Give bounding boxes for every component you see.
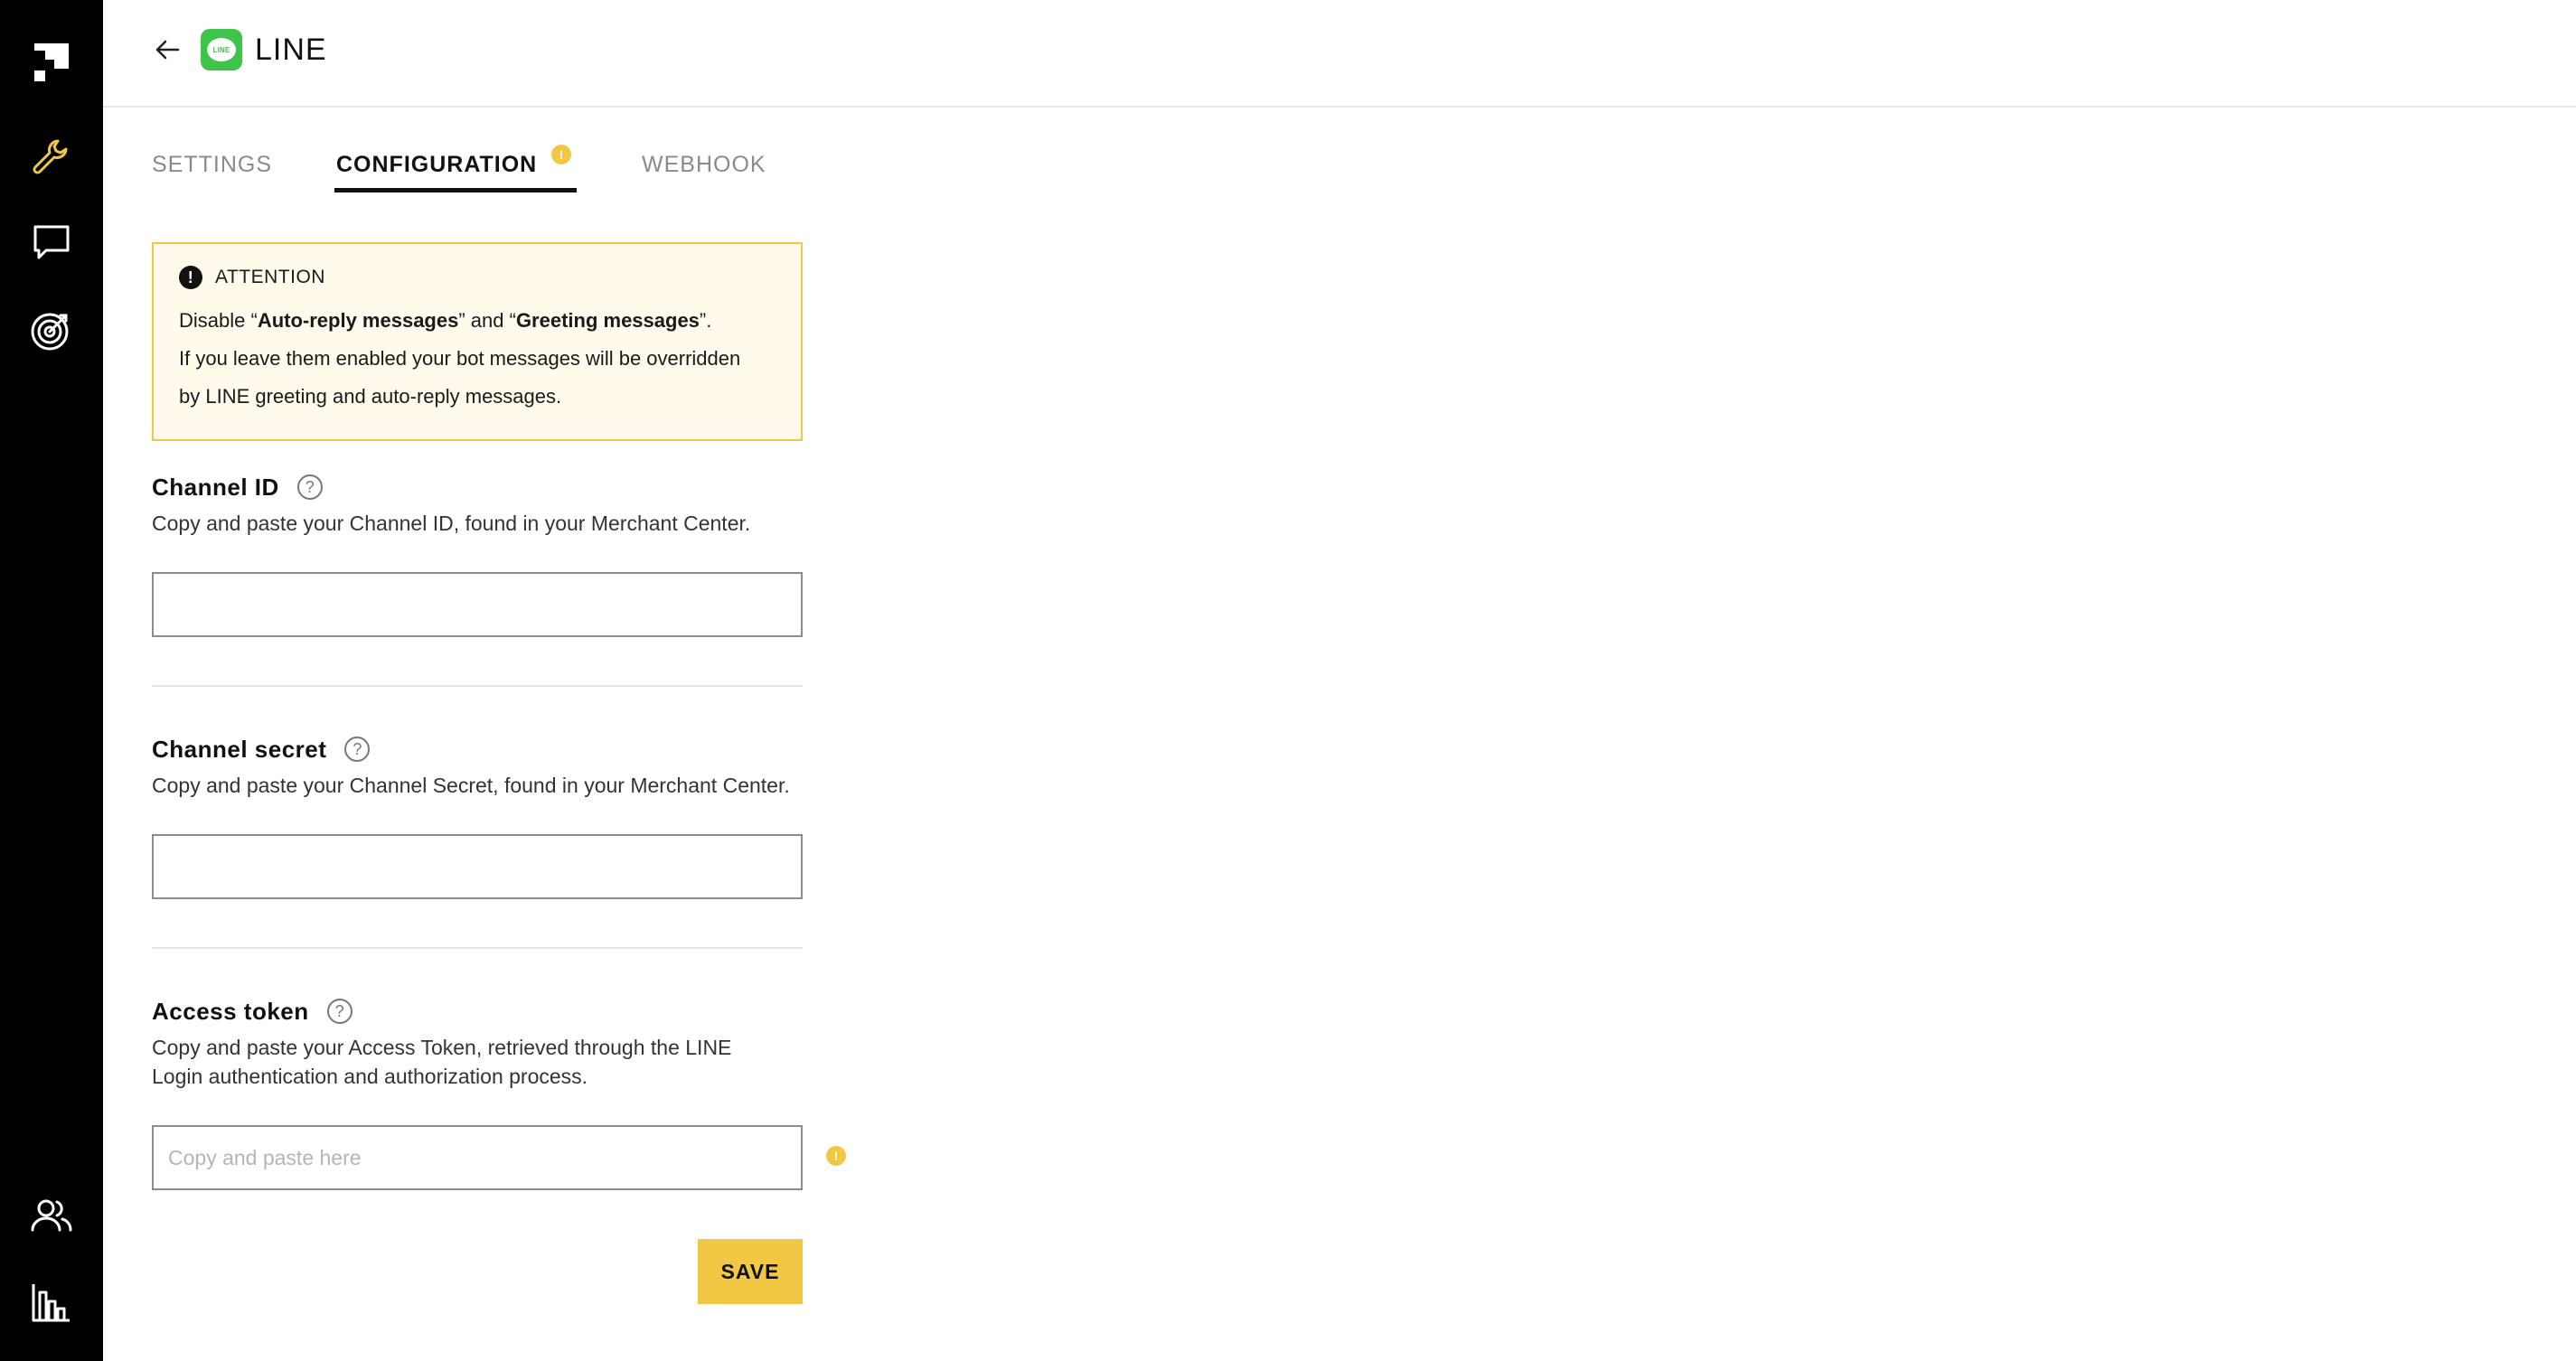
users-icon[interactable] bbox=[25, 1189, 78, 1242]
attention-bold-autoreply: Auto-reply messages bbox=[257, 309, 459, 332]
access-token-description-line-1: Copy and paste your Access Token, retrie… bbox=[152, 1036, 732, 1059]
help-icon[interactable]: ? bbox=[296, 474, 323, 500]
access-token-input[interactable] bbox=[152, 1125, 803, 1190]
attention-banner: ! ATTENTION Disable “Auto-reply messages… bbox=[152, 242, 803, 441]
tab-webhook[interactable]: WEBHOOK bbox=[642, 145, 766, 184]
channel-secret-label-row: Channel secret ? bbox=[152, 733, 875, 765]
exclamation-icon: ! bbox=[179, 266, 202, 289]
channel-secret-description: Copy and paste your Channel Secret, foun… bbox=[152, 774, 790, 797]
help-icon[interactable]: ? bbox=[326, 999, 353, 1024]
save-button[interactable]: SAVE bbox=[698, 1239, 803, 1304]
channel-id-label-row: Channel ID ? bbox=[152, 471, 875, 503]
wrench-icon[interactable] bbox=[25, 130, 78, 183]
access-token-description-line-2: Login authentication and authorization p… bbox=[152, 1065, 588, 1088]
channel-secret-label: Channel secret bbox=[152, 735, 327, 763]
divider bbox=[152, 685, 803, 687]
target-icon[interactable] bbox=[25, 304, 78, 356]
attention-body: Disable “Auto-reply messages” and “Greet… bbox=[179, 302, 776, 416]
arrow-left-icon[interactable] bbox=[148, 31, 186, 69]
attention-text: Disable “ bbox=[179, 309, 258, 332]
channel-id-input[interactable] bbox=[152, 572, 803, 637]
active-tab-indicator bbox=[334, 188, 577, 192]
access-token-label: Access token bbox=[152, 997, 309, 1025]
app-logo-icon[interactable] bbox=[25, 36, 78, 89]
bar-chart-icon[interactable] bbox=[25, 1276, 78, 1328]
tab-configuration[interactable]: CONFIGURATION bbox=[336, 145, 537, 184]
attention-line-1: Disable “Auto-reply messages” and “Greet… bbox=[179, 302, 776, 340]
warning-icon: ! bbox=[826, 1146, 846, 1166]
attention-heading: ATTENTION bbox=[215, 267, 325, 287]
help-icon[interactable]: ? bbox=[344, 737, 371, 762]
access-token-label-row: Access token ? bbox=[152, 995, 875, 1028]
line-logo-text: LINE bbox=[207, 38, 236, 61]
page-title: LINE bbox=[255, 33, 327, 67]
channel-id-field: Channel ID ? Copy and paste your Channel… bbox=[152, 471, 875, 637]
access-token-field: Access token ? Copy and paste your Acces… bbox=[152, 995, 875, 1190]
channel-secret-input[interactable] bbox=[152, 834, 803, 899]
divider bbox=[152, 947, 803, 949]
sidebar bbox=[0, 0, 103, 1361]
app-root: LINE LINE SETTINGS CONFIGURATION ! WEBHO… bbox=[0, 0, 2576, 1361]
header: LINE LINE bbox=[103, 0, 2576, 108]
attention-line-2: If you leave them enabled your bot messa… bbox=[179, 347, 741, 370]
channel-id-description: Copy and paste your Channel ID, found in… bbox=[152, 512, 751, 535]
attention-bold-greeting: Greeting messages bbox=[515, 309, 700, 332]
attention-heading-row: ! ATTENTION bbox=[179, 266, 776, 289]
channel-id-label: Channel ID bbox=[152, 473, 279, 501]
tab-warning-badge: ! bbox=[551, 145, 571, 164]
tab-settings[interactable]: SETTINGS bbox=[152, 145, 272, 184]
attention-line-3: by LINE greeting and auto-reply messages… bbox=[179, 385, 562, 408]
chat-bubble-icon[interactable] bbox=[25, 217, 78, 269]
line-logo-icon: LINE bbox=[201, 29, 242, 70]
attention-text: ”. bbox=[699, 309, 712, 332]
attention-text: ” and “ bbox=[458, 309, 516, 332]
access-token-description: Copy and paste your Access Token, retrie… bbox=[152, 1033, 875, 1091]
channel-secret-field: Channel secret ? Copy and paste your Cha… bbox=[152, 733, 875, 899]
